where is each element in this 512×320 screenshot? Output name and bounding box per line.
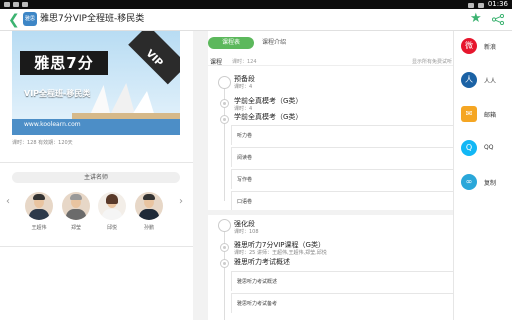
avatar — [98, 192, 126, 220]
divider — [0, 162, 193, 163]
avatar — [25, 192, 53, 220]
pane-gutter — [193, 31, 208, 320]
timeline-line — [224, 226, 225, 320]
mail-icon: ✉ — [461, 106, 477, 122]
app-bar: ❮ 雅思 雅思7分VIP全程班-移民类 ★ — [0, 9, 512, 31]
section-node-icon — [218, 219, 231, 232]
course-meta: 课时：128 有效期：120天 — [12, 140, 73, 146]
banner-slogan: VIP全程班-移民类 — [24, 89, 91, 98]
battery-icon — [477, 3, 484, 8]
chevron-right-icon[interactable]: › — [179, 196, 183, 208]
section-subtitle: 课时：108 — [234, 229, 259, 235]
app-logo: 雅思 — [23, 12, 37, 26]
renren-icon: 人 — [461, 72, 477, 88]
lesson-node-icon — [220, 99, 229, 108]
share-panel: 微 新浪 人 人人 ✉ 邮箱 Q QQ ∞ 复制 — [453, 31, 512, 320]
lesson-node-icon — [220, 243, 229, 252]
free-trial-toggle[interactable]: 显示所有免费试听 — [412, 58, 452, 65]
banner-logo: 雅思7分 — [20, 51, 108, 75]
page-title: 雅思7分VIP全程班-移民类 — [40, 14, 145, 24]
lesson-item[interactable]: 写作卷 — [231, 169, 453, 189]
teacher-card[interactable]: 邱悦 — [98, 192, 126, 231]
share-renren-button[interactable]: 人 人人 — [454, 67, 512, 93]
share-label: 复制 — [484, 180, 497, 187]
status-icons-left — [4, 0, 28, 7]
teachers-heading: 主讲名师 — [12, 172, 180, 183]
teacher-card[interactable]: 郑莹 — [62, 192, 90, 231]
course-banner: 雅思7分 VIP VIP全程班-移民类 www.koolearn.com — [12, 31, 180, 135]
lesson-title[interactable]: 学前全真模考（G类） — [234, 112, 302, 122]
qq-icon: Q — [461, 140, 477, 156]
lesson-node-icon — [220, 259, 229, 268]
share-label: QQ — [484, 144, 494, 151]
tab-introduction[interactable]: 课程介绍 — [262, 37, 286, 49]
share-qq-button[interactable]: Q QQ — [454, 135, 512, 161]
share-weibo-button[interactable]: 微 新浪 — [454, 33, 512, 59]
status-bar: 01:36 — [0, 0, 512, 9]
teacher-card[interactable]: 孙鹏 — [135, 192, 163, 231]
lesson-item[interactable]: 口语卷 — [231, 191, 453, 211]
lesson-item[interactable]: 阅读卷 — [231, 147, 453, 167]
teacher-card[interactable]: 王超伟 — [25, 192, 53, 231]
avatar — [62, 192, 90, 220]
tab-bar: 课程表 课程介绍 — [208, 31, 453, 53]
teacher-name: 孙鹏 — [143, 225, 154, 231]
back-arrow-icon[interactable]: ❮ — [8, 12, 20, 28]
course-count: 课时：124 — [232, 59, 257, 65]
section-node-icon — [218, 76, 231, 89]
share-label: 邮箱 — [484, 112, 497, 119]
status-icons-right: 01:36 — [467, 0, 508, 9]
teacher-name: 王超伟 — [31, 225, 47, 231]
clock: 01:36 — [487, 0, 508, 8]
lesson-subtitle: 课时：25 讲师：王超伟,王超伟,郑莹,邱悦 — [234, 250, 327, 256]
avatar — [135, 192, 163, 220]
notification-icon — [22, 2, 28, 7]
course-table-pane: 课程表 课程介绍 课程 课时：124 显示所有免费试听 预备段 课时：4 学前全… — [208, 31, 453, 320]
lesson-item[interactable]: 雅思听力考试备考 — [231, 293, 453, 313]
weibo-icon: 微 — [461, 38, 477, 54]
chevron-left-icon[interactable]: ‹ — [6, 196, 10, 208]
course-info-pane: 雅思7分 VIP VIP全程班-移民类 www.koolearn.com 课时：… — [0, 31, 193, 320]
lesson-title[interactable]: 雅思听力考试概述 — [234, 257, 290, 267]
share-icon[interactable] — [492, 14, 504, 25]
lesson-subtitle: 课时：4 — [234, 106, 253, 112]
notification-icon — [13, 2, 19, 7]
tab-schedule[interactable]: 课程表 — [208, 37, 254, 49]
share-mail-button[interactable]: ✉ 邮箱 — [454, 101, 512, 127]
link-icon: ∞ — [461, 174, 477, 190]
teacher-name: 邱悦 — [106, 225, 117, 231]
lesson-item[interactable]: 雅思听力考试概述 — [231, 271, 453, 291]
course-label: 课程 — [210, 59, 223, 66]
share-label: 新浪 — [484, 44, 497, 51]
wifi-icon — [467, 3, 474, 8]
app-logo-text: 雅思 — [24, 16, 35, 22]
notification-icon — [4, 2, 10, 7]
section-separator — [208, 210, 453, 215]
favorite-star-icon[interactable]: ★ — [470, 11, 482, 27]
lesson-node-icon — [220, 115, 229, 124]
course-table-header: 课程 课时：124 显示所有免费试听 — [208, 56, 453, 66]
divider — [0, 246, 193, 247]
teacher-name: 郑莹 — [70, 225, 81, 231]
banner-site: www.koolearn.com — [24, 121, 81, 128]
share-copy-link-button[interactable]: ∞ 复制 — [454, 169, 512, 195]
section-subtitle: 课时：4 — [234, 84, 253, 90]
share-label: 人人 — [484, 78, 497, 85]
lesson-item[interactable]: 听力卷 — [231, 125, 453, 145]
